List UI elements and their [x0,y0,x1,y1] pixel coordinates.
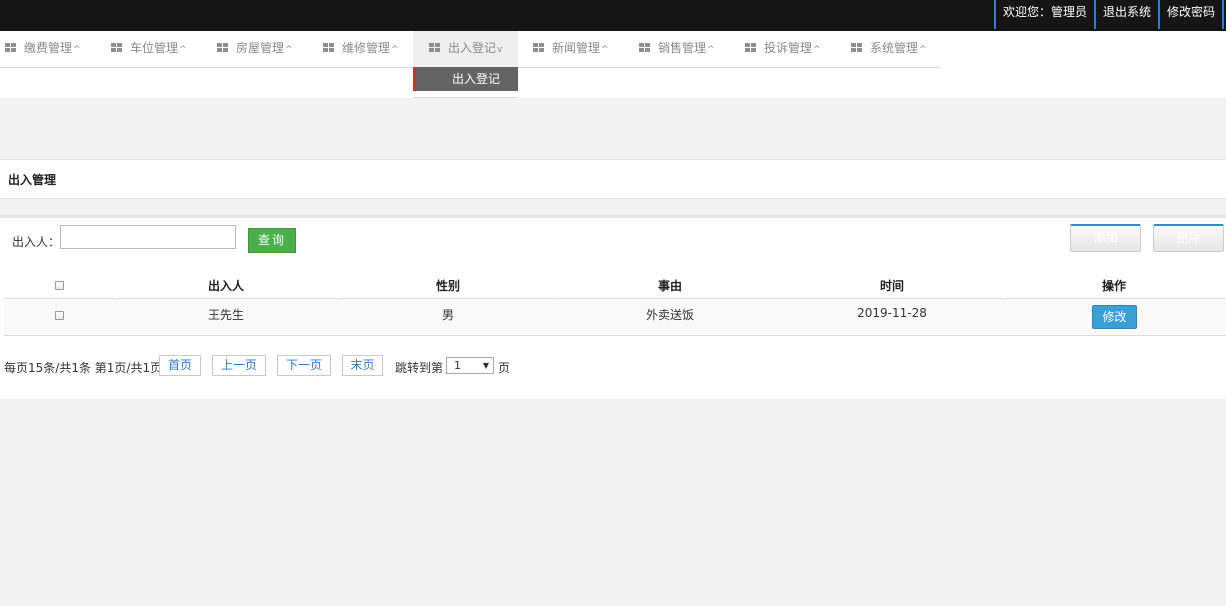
grid-icon [5,43,16,53]
page-select-value: 1 [454,359,461,372]
records-table: 出入人 性别 事由 时间 操作 王先生 男 外卖送饭 2019-11-28 修改 [4,269,1226,336]
page-suffix: 页 [498,361,511,375]
logout-link[interactable]: 退出系统 [1093,0,1158,29]
nav-item-parking[interactable]: 车位管理^ [111,31,187,67]
caret-up-icon: ^ [601,45,609,55]
column-header-name: 出入人 [207,279,244,293]
caret-up-icon: ^ [391,45,399,55]
nav-item-label: 维修管理 [342,41,391,55]
nav-item-access[interactable]: 出入登记v [413,31,518,67]
page-select[interactable]: 1 ▼ [446,357,494,374]
row-checkbox[interactable] [55,311,64,320]
column-header-action: 操作 [1101,279,1126,293]
grid-icon [217,43,228,53]
cell-name: 王先生 [207,308,244,322]
column-header-reason: 事由 [657,279,682,293]
nav-item-label: 车位管理 [130,41,179,55]
change-password-link[interactable]: 修改密码 [1157,0,1224,29]
last-page-button[interactable]: 末页 [342,355,383,376]
section-header: 出入管理 [0,159,1226,199]
submenu-divider [413,97,518,98]
cell-time: 2019-11-28 [857,306,927,320]
grid-icon [745,43,756,53]
table-row: 王先生 男 外卖送饭 2019-11-28 修改 [4,299,1226,336]
nav-item-fee[interactable]: 缴费管理^ [5,31,81,67]
grid-icon [851,43,862,53]
nav-item-label: 缴费管理 [24,41,73,55]
nav-item-label: 投诉管理 [764,41,813,55]
nav-item-news[interactable]: 新闻管理^ [533,31,609,67]
submenu-item-access-register[interactable]: 出入登记 [413,67,518,91]
column-header-time: 时间 [879,279,904,293]
caret-up-icon: ^ [813,45,821,55]
main-nav: 缴费管理^ 车位管理^ 房屋管理^ 维修管理^ 出入登记v 新闻管理^ 销售管理… [0,31,1226,98]
search-label: 出入人： [12,235,61,249]
nav-item-system[interactable]: 系统管理^ [851,31,927,67]
column-header-gender: 性别 [435,279,460,293]
add-button[interactable]: 添加 [1070,224,1141,252]
welcome-text: 欢迎您：管理员 [993,0,1094,29]
cell-reason: 外卖送饭 [645,308,694,322]
first-page-button[interactable]: 首页 [159,355,201,376]
nav-item-repair[interactable]: 维修管理^ [323,31,399,67]
edit-button[interactable]: 修改 [1092,305,1137,329]
query-button[interactable]: 查询 [248,228,296,253]
grid-icon [639,43,650,53]
grid-icon [111,43,122,53]
nav-item-label: 系统管理 [870,41,919,55]
select-all-checkbox[interactable] [55,281,64,290]
grid-icon [429,43,440,53]
nav-item-sales[interactable]: 销售管理^ [639,31,715,67]
nav-item-label: 销售管理 [658,41,707,55]
nav-item-label: 出入登记 [448,41,497,55]
prev-page-button[interactable]: 上一页 [212,355,266,376]
chevron-down-icon: v [497,45,503,55]
top-bar: 欢迎您：管理员 退出系统 修改密码 [0,0,1226,31]
caret-up-icon: ^ [285,45,293,55]
delete-button[interactable]: 删除 [1153,224,1224,252]
main-panel: 出入人： 查询 添加 删除 出入人 性别 事由 时间 操作 王先生 男 外卖送饭… [0,215,1226,399]
jump-label: 跳转到第 [395,361,444,375]
pagination-info: 每页15条/共1条 第1页/共1页 [4,361,163,375]
nav-item-label: 新闻管理 [552,41,601,55]
grid-icon [533,43,544,53]
table-header: 出入人 性别 事由 时间 操作 [4,269,1226,299]
page-title: 出入管理 [8,173,57,187]
caret-up-icon: ^ [179,45,187,55]
dropdown-arrow-icon: ▼ [482,361,489,370]
caret-up-icon: ^ [919,45,927,55]
caret-up-icon: ^ [707,45,715,55]
user-links: 欢迎您：管理员 退出系统 修改密码 [993,0,1224,29]
nav-item-complaint[interactable]: 投诉管理^ [745,31,821,67]
caret-up-icon: ^ [73,45,81,55]
next-page-button[interactable]: 下一页 [277,355,331,376]
nav-item-label: 房屋管理 [236,41,285,55]
grid-icon [323,43,334,53]
search-input[interactable] [60,225,236,249]
nav-item-house[interactable]: 房屋管理^ [217,31,293,67]
cell-gender: 男 [441,308,454,322]
